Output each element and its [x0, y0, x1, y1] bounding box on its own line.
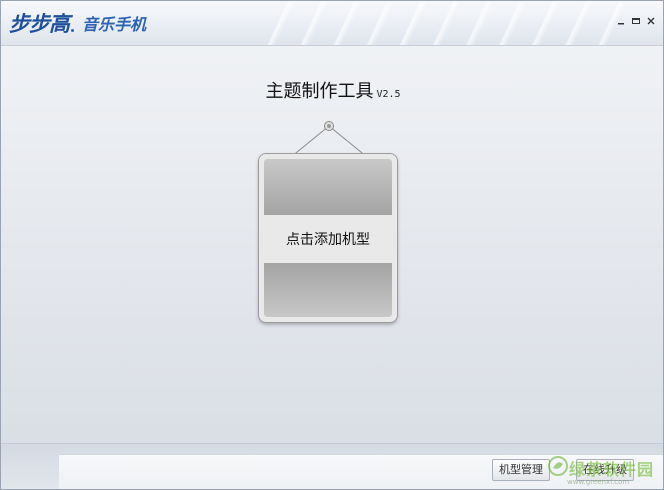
add-model-label: 点击添加机型 — [286, 232, 370, 248]
version-label: V2.5 — [376, 89, 401, 100]
model-manage-button[interactable]: 机型管理 — [492, 459, 550, 481]
title-bar: 步步高 音乐手机 — [1, 1, 663, 46]
footer-panel — [59, 454, 663, 489]
online-upgrade-button[interactable]: 在线升级 — [576, 459, 634, 481]
brand-logo: 步步高 音乐手机 — [9, 9, 146, 37]
add-model-panel: 点击添加机型 — [264, 159, 392, 317]
panel-bottom-band — [264, 263, 392, 317]
page-title-text: 主题制作工具 — [265, 81, 374, 102]
add-model-button[interactable]: 点击添加机型 — [259, 154, 397, 322]
window-controls — [615, 15, 657, 27]
panel-top-band — [264, 159, 392, 215]
brand-dot — [71, 29, 74, 32]
title-bar-decoration — [263, 1, 623, 45]
app-window: 步步高 音乐手机 主题制作工具 V2.5 点击添加机型 机型管理 在线升级 绿茶… — [0, 0, 664, 490]
restore-icon[interactable] — [630, 15, 642, 27]
footer-bar — [1, 443, 663, 489]
panel-label-band: 点击添加机型 — [264, 215, 392, 263]
minimize-icon[interactable] — [615, 15, 627, 27]
brand-name: 步步高 — [9, 12, 70, 36]
close-icon[interactable] — [645, 15, 657, 27]
page-title: 主题制作工具 V2.5 — [1, 77, 663, 103]
brand-subtitle: 音乐手机 — [82, 15, 147, 34]
